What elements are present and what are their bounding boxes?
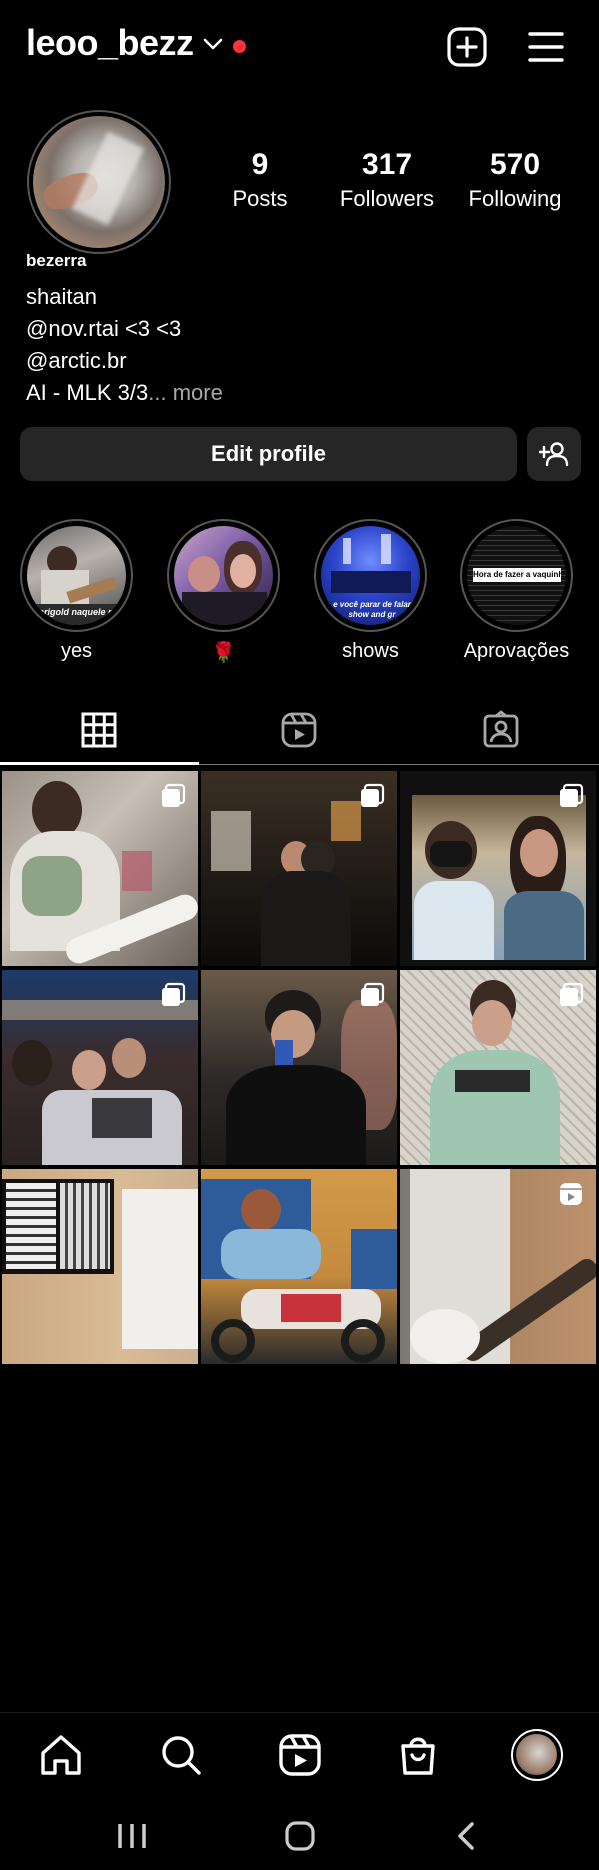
bio-line: shaitan (26, 284, 97, 309)
highlight-label: 🌹 (211, 642, 236, 664)
carousel-icon (162, 982, 186, 1006)
profile-tabs (0, 700, 599, 764)
highlight-cover: Hora de fazer a vaquinha (467, 526, 566, 625)
post-grid (2, 771, 597, 1372)
carousel-icon (560, 783, 584, 807)
post-thumbnail[interactable] (2, 1169, 198, 1364)
posts-label: Posts (232, 186, 288, 211)
highlight-cover: e você parar de falar show and gr (321, 526, 420, 625)
post-thumbnail[interactable] (2, 970, 198, 1165)
highlight-caption: Hora de fazer a vaquinha (473, 568, 561, 582)
bio-more-link[interactable]: ... more (148, 380, 223, 405)
highlight-yes[interactable]: marigold naquele piqu yes (20, 519, 133, 663)
username[interactable]: leoo_bezz (26, 22, 194, 64)
reels-icon[interactable] (276, 1731, 324, 1779)
highlight-aprovacoes[interactable]: Hora de fazer a vaquinha Aprovações (460, 519, 573, 663)
highlight-cover (174, 526, 273, 625)
followers-count: 317 (361, 148, 413, 181)
menu-icon[interactable] (525, 26, 567, 68)
active-tab-indicator (0, 762, 199, 765)
following-label: Following (468, 186, 562, 211)
home-circle-icon[interactable] (282, 1818, 318, 1854)
shop-icon[interactable] (394, 1731, 442, 1779)
profile-avatar[interactable] (511, 1729, 563, 1781)
highlight-ring: e você parar de falar show and gr (314, 519, 427, 632)
stat-followers[interactable]: 317 Followers (332, 148, 442, 212)
carousel-icon (560, 982, 584, 1006)
bio-line: AI - MLK 3/3 (26, 380, 149, 405)
display-name: bezerra (26, 251, 87, 270)
notification-dot (233, 40, 246, 53)
add-person-icon (539, 442, 569, 467)
avatar[interactable] (33, 116, 165, 248)
edit-profile-button[interactable]: Edit profile (20, 427, 517, 481)
highlight-label: shows (342, 640, 399, 662)
new-post-icon[interactable] (446, 26, 488, 68)
bio-line-truncated: AI - MLK 3/3... more (26, 380, 223, 406)
post-thumbnail[interactable] (2, 771, 198, 966)
highlight-rose[interactable]: 🌹 (167, 519, 280, 665)
stat-posts[interactable]: 9 Posts (215, 148, 305, 212)
bottom-nav (0, 1712, 599, 1800)
avatar (516, 1734, 557, 1775)
highlight-cover: marigold naquele piqu (27, 526, 126, 625)
following-count: 570 (489, 148, 541, 181)
stat-following[interactable]: 570 Following (460, 148, 570, 212)
highlight-ring: Hora de fazer a vaquinha (460, 519, 573, 632)
back-icon[interactable] (448, 1818, 484, 1854)
carousel-icon (361, 783, 385, 807)
post-thumbnail[interactable] (201, 771, 397, 966)
carousel-icon (162, 783, 186, 807)
highlight-label: Aprovações (463, 640, 570, 662)
highlight-ring (167, 519, 280, 632)
highlight-label: yes (60, 640, 93, 662)
followers-label: Followers (339, 186, 435, 211)
grid-icon[interactable] (79, 710, 119, 750)
home-icon[interactable] (37, 1731, 85, 1779)
bio-mention[interactable]: @arctic.br (26, 348, 127, 374)
profile-header: leoo_bezz (0, 0, 599, 95)
post-thumbnail[interactable] (201, 970, 397, 1165)
posts-count: 9 (251, 148, 269, 181)
tagged-icon[interactable] (481, 710, 521, 750)
recents-icon[interactable] (114, 1818, 150, 1854)
post-thumbnail[interactable] (201, 1169, 397, 1364)
reels-icon[interactable] (279, 710, 319, 750)
highlight-ring: marigold naquele piqu (20, 519, 133, 632)
search-icon[interactable] (157, 1731, 205, 1779)
system-nav-bar (0, 1800, 599, 1870)
highlight-caption: e você parar de falar show and gr (333, 600, 411, 619)
discover-people-button[interactable] (527, 427, 581, 481)
chevron-down-icon[interactable] (202, 36, 224, 52)
reels-icon (560, 1183, 582, 1205)
post-thumbnail[interactable] (400, 970, 596, 1165)
bio-mention[interactable]: @nov.rtai <3 <3 (26, 316, 181, 342)
highlight-shows[interactable]: e você parar de falar show and gr shows (314, 519, 427, 663)
highlight-caption: marigold naquele piqu (31, 607, 126, 617)
carousel-icon (361, 982, 385, 1006)
post-thumbnail[interactable] (400, 1169, 596, 1364)
post-thumbnail[interactable] (400, 771, 596, 966)
